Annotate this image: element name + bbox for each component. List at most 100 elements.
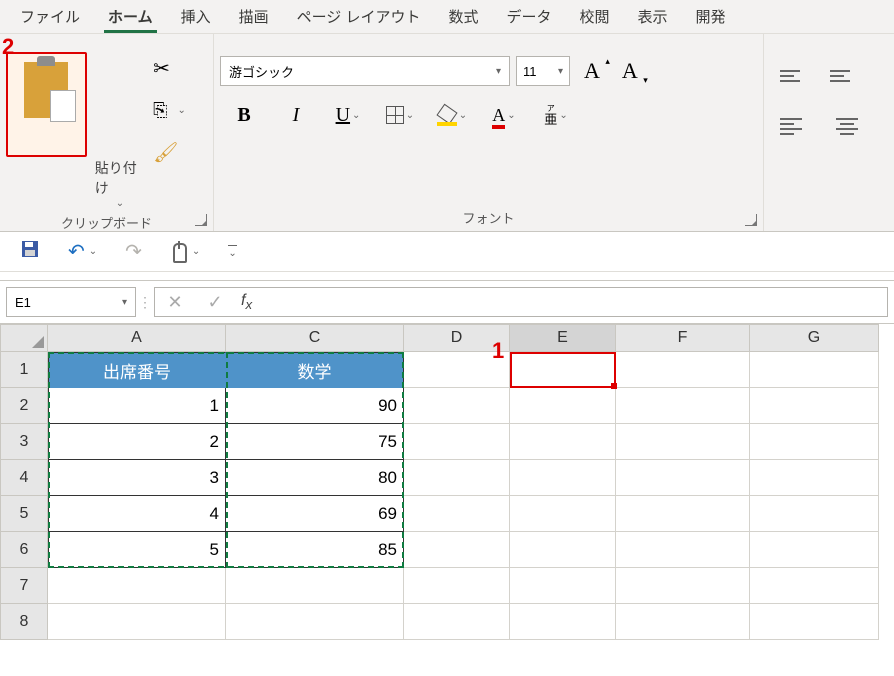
cut-button[interactable]: ✂ [153, 56, 207, 80]
tab-file[interactable]: ファイル [6, 0, 94, 33]
cell-C3[interactable]: 75 [226, 424, 404, 460]
col-header-E[interactable]: E [510, 324, 616, 352]
tab-draw[interactable]: 描画 [225, 0, 283, 33]
cell-F6[interactable] [616, 532, 750, 568]
cell-D6[interactable] [404, 532, 510, 568]
font-color-button[interactable]: A⌄ [480, 98, 528, 132]
cell-F2[interactable] [616, 388, 750, 424]
cell-E4[interactable] [510, 460, 616, 496]
format-painter-button[interactable]: 🖌 [153, 140, 207, 164]
italic-button[interactable]: I [272, 98, 320, 132]
cell-G3[interactable] [750, 424, 879, 460]
cell-F1[interactable] [616, 352, 750, 388]
cell-C8[interactable] [226, 604, 404, 640]
cell-A8[interactable] [48, 604, 226, 640]
cell-C5[interactable]: 69 [226, 496, 404, 532]
col-header-A[interactable]: A [48, 324, 226, 352]
underline-button[interactable]: U⌄ [324, 98, 372, 132]
cell-C4[interactable]: 80 [226, 460, 404, 496]
cell-G4[interactable] [750, 460, 879, 496]
paste-dropdown[interactable]: ⌄ [116, 198, 124, 209]
undo-button[interactable]: ↶⌄ [68, 239, 97, 264]
cell-E6[interactable] [510, 532, 616, 568]
accept-formula-button[interactable]: ✓ [195, 292, 235, 313]
align-middle-button[interactable] [820, 60, 864, 92]
cell-G2[interactable] [750, 388, 879, 424]
tab-review[interactable]: 校閲 [566, 0, 624, 33]
copy-dropdown[interactable]: ⌄ [177, 105, 185, 116]
cell-D5[interactable] [404, 496, 510, 532]
font-launcher[interactable] [745, 214, 757, 226]
cell-E7[interactable] [510, 568, 616, 604]
cell-D8[interactable] [404, 604, 510, 640]
cell-G6[interactable] [750, 532, 879, 568]
row-header-7[interactable]: 7 [0, 568, 48, 604]
row-header-8[interactable]: 8 [0, 604, 48, 640]
qat-customize[interactable]: ⌄ [228, 245, 236, 259]
cell-C6[interactable]: 85 [226, 532, 404, 568]
row-header-4[interactable]: 4 [0, 460, 48, 496]
phonetic-guide-button[interactable]: ア亜⌄ [532, 98, 580, 132]
splitter[interactable]: ⋮ [136, 281, 154, 323]
shrink-font-button[interactable]: A [614, 58, 646, 84]
cell-A3[interactable]: 2 [48, 424, 226, 460]
cell-E1[interactable] [510, 352, 616, 388]
cell-C7[interactable] [226, 568, 404, 604]
clipboard-launcher[interactable] [195, 214, 207, 226]
cell-A2[interactable]: 1 [48, 388, 226, 424]
tab-insert[interactable]: 挿入 [167, 0, 225, 33]
tab-view[interactable]: 表示 [624, 0, 682, 33]
fill-color-button[interactable]: ⌄ [428, 98, 476, 132]
row-header-6[interactable]: 6 [0, 532, 48, 568]
row-header-1[interactable]: 1 [0, 352, 48, 388]
cell-E8[interactable] [510, 604, 616, 640]
cell-G8[interactable] [750, 604, 879, 640]
cell-G1[interactable] [750, 352, 879, 388]
cell-A4[interactable]: 3 [48, 460, 226, 496]
cell-C2[interactable]: 90 [226, 388, 404, 424]
cell-F5[interactable] [616, 496, 750, 532]
name-box[interactable]: E1 ▾ [6, 287, 136, 317]
touch-mode-button[interactable]: ⌄ [170, 241, 200, 263]
row-header-5[interactable]: 5 [0, 496, 48, 532]
cell-C1[interactable]: 数学 [226, 352, 404, 388]
align-left-button[interactable] [770, 110, 814, 142]
select-all-corner[interactable] [0, 324, 48, 352]
cancel-formula-button[interactable]: ✕ [155, 292, 195, 313]
cell-F3[interactable] [616, 424, 750, 460]
tab-data[interactable]: データ [493, 0, 566, 33]
tab-formula[interactable]: 数式 [434, 0, 492, 33]
cell-E3[interactable] [510, 424, 616, 460]
grow-font-button[interactable]: A [576, 58, 608, 84]
align-top-button[interactable] [770, 60, 814, 92]
cell-A1[interactable]: 出席番号 [48, 352, 226, 388]
cell-D3[interactable] [404, 424, 510, 460]
redo-button[interactable]: ↷ [125, 239, 142, 264]
cell-A5[interactable]: 4 [48, 496, 226, 532]
cell-D2[interactable] [404, 388, 510, 424]
tab-developer[interactable]: 開発 [682, 0, 740, 33]
cells-area[interactable]: 出席番号 数学 1 90 2 75 [48, 352, 879, 640]
borders-button[interactable]: ⌄ [376, 98, 424, 132]
cell-D7[interactable] [404, 568, 510, 604]
paste-button[interactable] [6, 52, 87, 157]
cell-E2[interactable] [510, 388, 616, 424]
row-header-2[interactable]: 2 [0, 388, 48, 424]
col-header-C[interactable]: C [226, 324, 404, 352]
save-button[interactable] [20, 239, 40, 265]
font-size-combo[interactable]: 11 ▾ [516, 56, 570, 86]
cell-E5[interactable] [510, 496, 616, 532]
tab-home[interactable]: ホーム [94, 0, 167, 33]
tab-page-layout[interactable]: ページ レイアウト [283, 0, 435, 33]
cell-A6[interactable]: 5 [48, 532, 226, 568]
align-center-button[interactable] [820, 110, 864, 142]
cell-A7[interactable] [48, 568, 226, 604]
cell-F8[interactable] [616, 604, 750, 640]
cell-F7[interactable] [616, 568, 750, 604]
font-name-combo[interactable]: 游ゴシック ▾ [220, 56, 510, 86]
fx-icon[interactable]: fx [235, 292, 258, 312]
cell-G7[interactable] [750, 568, 879, 604]
col-header-G[interactable]: G [750, 324, 879, 352]
cell-D4[interactable] [404, 460, 510, 496]
copy-button[interactable]: ⎘ ⌄ [153, 98, 207, 122]
